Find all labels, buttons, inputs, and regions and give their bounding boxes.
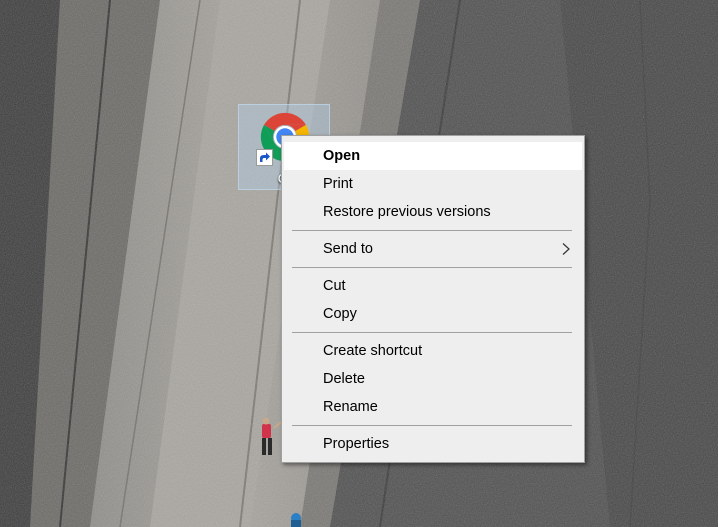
menu-item-open[interactable]: Open — [284, 142, 582, 170]
desktop[interactable]: Gr OpenPrintRestore previous versionsSen… — [0, 0, 718, 527]
menu-separator — [292, 267, 572, 268]
menu-item-label: Open — [323, 148, 361, 164]
chevron-right-icon — [562, 243, 570, 255]
menu-item-cut[interactable]: Cut — [284, 272, 582, 300]
menu-item-label: Send to — [323, 241, 373, 257]
menu-item-properties[interactable]: Properties — [284, 430, 582, 458]
menu-item-label: Rename — [323, 399, 378, 415]
menu-item-label: Create shortcut — [323, 343, 423, 359]
menu-item-delete[interactable]: Delete — [284, 365, 582, 393]
menu-item-label: Delete — [323, 371, 365, 387]
menu-item-label: Properties — [323, 436, 390, 452]
menu-separator — [292, 230, 572, 231]
menu-item-label: Cut — [323, 278, 346, 294]
shortcut-arrow-icon — [256, 149, 273, 166]
menu-item-copy[interactable]: Copy — [284, 300, 582, 328]
menu-item-label: Copy — [323, 306, 357, 322]
menu-item-send-to[interactable]: Send to — [284, 235, 582, 263]
menu-item-restore-previous-versions[interactable]: Restore previous versions — [284, 198, 582, 226]
menu-separator — [292, 332, 572, 333]
menu-item-label: Restore previous versions — [323, 204, 491, 220]
menu-item-label: Print — [323, 176, 353, 192]
menu-item-rename[interactable]: Rename — [284, 393, 582, 421]
context-menu: Open Print Restore previous versions Send t… — [281, 135, 585, 463]
menu-item-print[interactable]: Print — [284, 170, 582, 198]
menu-item-create-shortcut[interactable]: Create shortcut — [284, 337, 582, 365]
menu-separator — [292, 425, 572, 426]
